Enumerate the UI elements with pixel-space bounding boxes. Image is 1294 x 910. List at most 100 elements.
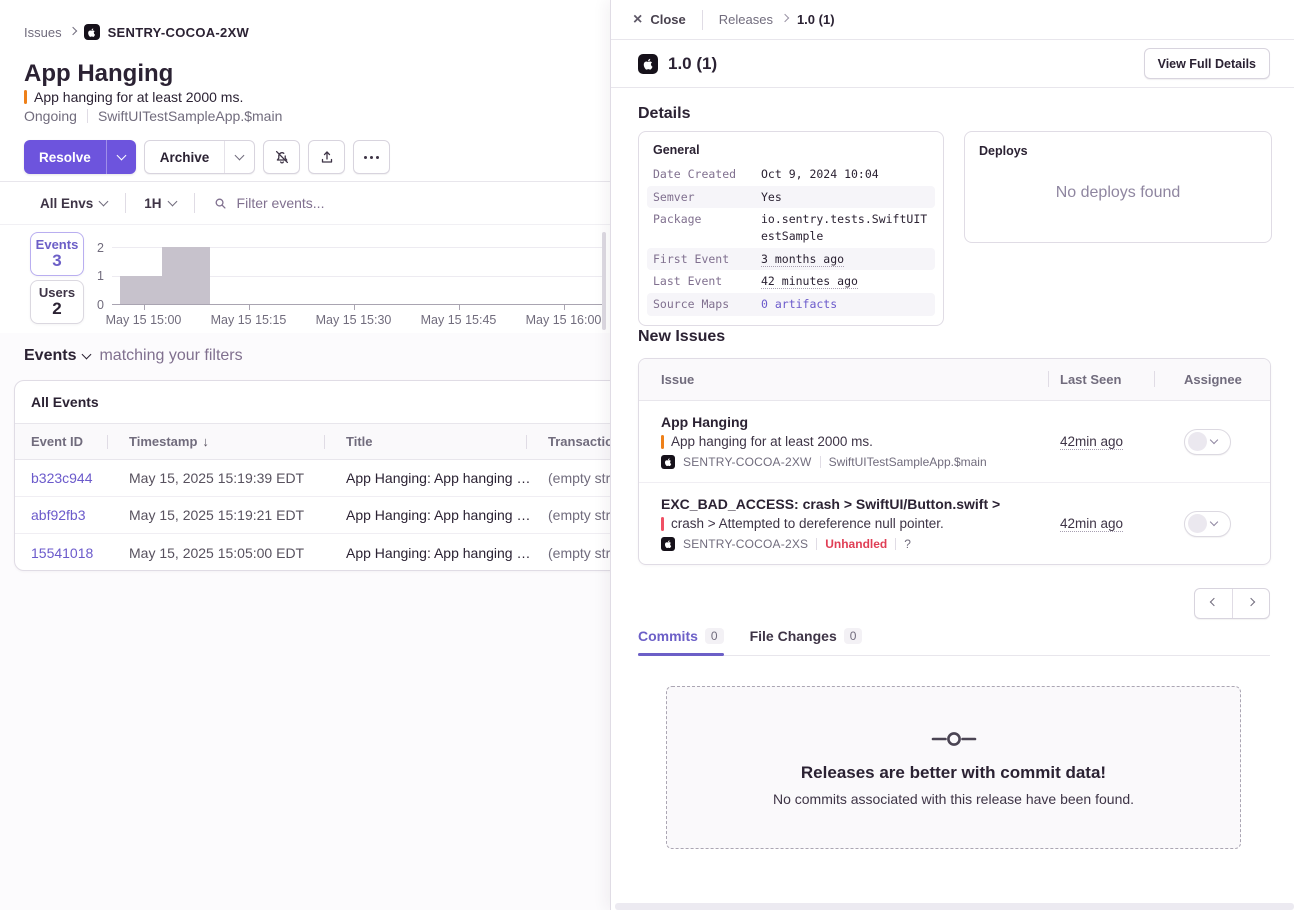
divider — [125, 193, 126, 213]
new-issue-row[interactable]: EXC_BAD_ACCESS: crash > SwiftUI/Button.s… — [639, 483, 1270, 564]
release-header-row: 1.0 (1) View Full Details — [611, 40, 1294, 88]
environment-filter[interactable]: All Envs — [40, 196, 107, 211]
x-axis — [112, 304, 604, 305]
events-heading-suffix: matching your filters — [99, 347, 242, 365]
last-seen-value[interactable]: 42min ago — [1060, 516, 1123, 532]
first-event-value[interactable]: 3 months ago — [761, 252, 844, 267]
column-header-assignee: Assignee — [1166, 372, 1270, 387]
level-warning-bar — [661, 435, 664, 449]
events-stat-card[interactable]: Events 3 — [30, 232, 84, 276]
general-row: Semver Yes — [647, 186, 935, 209]
tab-commits[interactable]: Commits 0 — [638, 628, 724, 644]
deploys-card-title: Deploys — [979, 144, 1257, 158]
events-stat-value: 3 — [31, 251, 83, 271]
archive-dropdown-button[interactable] — [224, 141, 254, 173]
general-row: First Event 3 months ago — [647, 248, 935, 271]
event-id-link[interactable]: abf92fb3 — [15, 507, 113, 523]
close-drawer-button[interactable]: × Close — [633, 12, 686, 28]
search-input[interactable] — [237, 195, 537, 211]
last-event-value[interactable]: 42 minutes ago — [761, 274, 858, 289]
y-axis-label: 0 — [97, 298, 104, 312]
issue-description-row: App hanging for at least 2000 ms. — [24, 89, 243, 105]
assignee-dropdown[interactable] — [1184, 511, 1231, 537]
general-card: General Date Created Oct 9, 2024 10:04 S… — [638, 131, 944, 326]
breadcrumb: Issues SENTRY-COCOA-2XW — [24, 24, 249, 40]
empty-state-title: Releases are better with commit data! — [801, 763, 1106, 783]
last-seen-value[interactable]: 42min ago — [1060, 434, 1123, 450]
divider — [87, 109, 88, 123]
apple-platform-icon — [661, 537, 675, 551]
chevron-down-icon — [82, 350, 92, 360]
chart-bar — [162, 247, 210, 304]
resolve-split-button: Resolve — [24, 140, 136, 174]
tab-file-changes[interactable]: File Changes 0 — [750, 628, 863, 644]
general-label: Date Created — [653, 166, 761, 183]
release-version: 1.0 (1) — [668, 54, 717, 74]
share-button[interactable] — [308, 140, 345, 174]
level-error-bar — [661, 517, 664, 531]
tab-label: Commits — [638, 628, 698, 644]
divider — [895, 538, 896, 550]
drawer-header: × Close Releases 1.0 (1) — [611, 0, 1294, 40]
time-range-filter[interactable]: 1H — [144, 196, 175, 211]
y-axis-label: 2 — [97, 241, 104, 255]
view-full-details-button[interactable]: View Full Details — [1144, 48, 1270, 79]
more-actions-button[interactable] — [353, 140, 390, 174]
event-id-link[interactable]: b323c944 — [15, 470, 113, 486]
unhandled-badge: Unhandled — [825, 537, 887, 551]
tab-label: File Changes — [750, 628, 837, 644]
issue-project: SENTRY-COCOA-2XW — [683, 455, 812, 469]
axis-tick — [249, 305, 250, 310]
event-title: App Hanging: App hanging for at least 20… — [330, 470, 532, 486]
new-issue-row[interactable]: App Hanging App hanging for at least 200… — [639, 401, 1270, 483]
source-maps-link[interactable]: 0 artifacts — [761, 297, 837, 311]
breadcrumb-project: SENTRY-COCOA-2XW — [108, 25, 250, 40]
apple-platform-icon — [661, 455, 675, 469]
time-range-label: 1H — [144, 196, 161, 211]
general-row: Package io.sentry.tests.SwiftUITestSampl… — [647, 208, 935, 247]
column-header-event-id[interactable]: Event ID — [15, 424, 113, 459]
chevron-down-icon — [167, 197, 177, 207]
resolve-button[interactable]: Resolve — [24, 140, 106, 174]
horizontal-scrollbar[interactable] — [615, 903, 1294, 910]
x-axis-label: May 15 15:30 — [299, 313, 409, 327]
breadcrumb-issues-link[interactable]: Issues — [24, 25, 62, 40]
resolve-dropdown-button[interactable] — [106, 140, 136, 174]
issue-description: crash > Attempted to dereference null po… — [671, 516, 944, 531]
scrollbar-thumb[interactable] — [602, 232, 606, 330]
general-label: Source Maps — [653, 296, 761, 313]
general-row: Date Created Oct 9, 2024 10:04 — [647, 163, 935, 186]
general-label: Package — [653, 211, 761, 244]
chevron-down-icon — [235, 151, 245, 161]
git-commit-icon — [931, 729, 977, 749]
sentry-app: Issues SENTRY-COCOA-2XW App Hanging App … — [0, 0, 1294, 910]
help-icon[interactable]: ? — [904, 537, 911, 551]
new-issues-heading: New Issues — [638, 328, 725, 346]
issue-title-link[interactable]: EXC_BAD_ACCESS: crash > SwiftUI/Button.s… — [661, 496, 1060, 512]
events-section-heading: Events matching your filters — [24, 347, 243, 365]
assignee-dropdown[interactable] — [1184, 429, 1231, 455]
chevron-right-icon — [68, 26, 76, 34]
general-value: io.sentry.tests.SwiftUITestSample — [761, 211, 929, 244]
chevron-right-icon — [1247, 598, 1255, 606]
issue-meta-row: Ongoing SwiftUITestSampleApp.$main — [24, 108, 282, 124]
environment-filter-label: All Envs — [40, 196, 93, 211]
avatar — [1188, 432, 1207, 451]
previous-page-button[interactable] — [1195, 589, 1232, 618]
issue-title-link[interactable]: App Hanging — [661, 414, 1060, 430]
general-row: Last Event 42 minutes ago — [647, 270, 935, 293]
column-header-title[interactable]: Title — [330, 424, 532, 459]
bell-slash-icon — [274, 149, 290, 165]
events-type-selector[interactable]: Events — [24, 347, 90, 365]
next-page-button[interactable] — [1232, 589, 1269, 618]
events-heading-label: Events — [24, 347, 76, 365]
archive-button[interactable]: Archive — [145, 141, 225, 173]
breadcrumb-releases-link[interactable]: Releases — [719, 12, 773, 27]
users-stat-card[interactable]: Users 2 — [30, 280, 84, 324]
column-header-timestamp[interactable]: Timestamp↓ — [113, 424, 330, 459]
general-label: Last Event — [653, 273, 761, 290]
mute-button[interactable] — [263, 140, 300, 174]
event-id-link[interactable]: 15541018 — [15, 545, 113, 561]
general-label: First Event — [653, 251, 761, 268]
new-issues-header-row: Issue Last Seen Assignee — [639, 359, 1270, 401]
